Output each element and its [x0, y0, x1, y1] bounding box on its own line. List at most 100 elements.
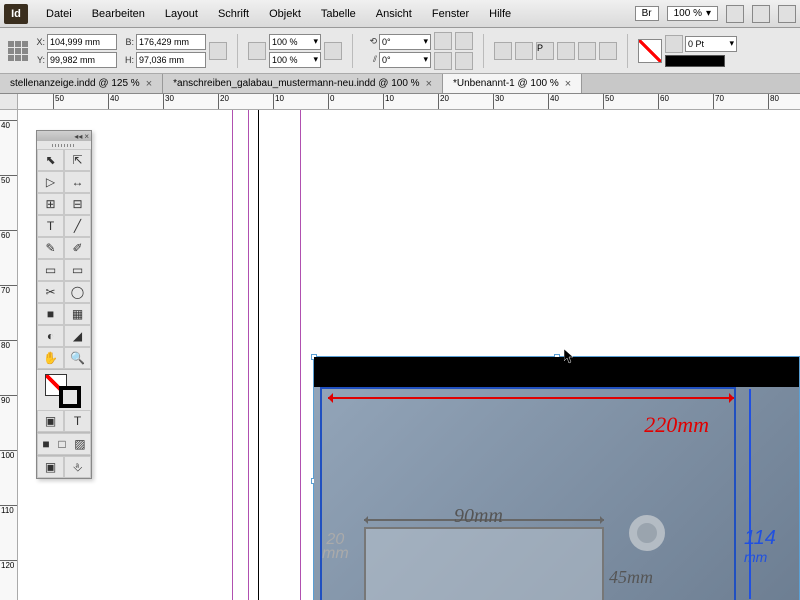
default-colors[interactable]: ■□▨ — [37, 433, 91, 455]
document-tab[interactable]: stellenanzeige.indd @ 125 %× — [0, 74, 163, 93]
shear-field[interactable]: 0°▾ — [379, 52, 431, 68]
dropdown-icon: ▾ — [706, 8, 711, 19]
tools-panel: ◂◂× ⬉⇱▷↔⊞⊟T╱✎✐▭▭✂◯■▦◐◢✋🔍▣T■□▨▣⎀ — [36, 130, 92, 479]
constrain-wh-icon[interactable] — [209, 42, 227, 60]
bridge-button[interactable]: Br — [635, 6, 659, 21]
document-tab[interactable]: *anschreiben_galabau_mustermann-neu.indd… — [163, 74, 443, 93]
menu-type[interactable]: Schrift — [208, 4, 259, 24]
ruler-tick: 60 — [0, 230, 18, 240]
menu-layout[interactable]: Layout — [155, 4, 208, 24]
menu-window[interactable]: Fenster — [422, 4, 479, 24]
close-icon[interactable]: × — [426, 78, 432, 90]
stroke-style[interactable] — [665, 55, 725, 67]
wrap-icon[interactable] — [578, 42, 596, 60]
ruler-origin[interactable] — [0, 94, 18, 110]
panel-header[interactable]: ◂◂× — [37, 131, 91, 141]
ruler-tick: 10 — [383, 94, 394, 110]
fit-icon[interactable]: P — [536, 42, 554, 60]
close-icon[interactable]: × — [146, 78, 152, 90]
menu-object[interactable]: Objekt — [259, 4, 311, 24]
eyedropper-tool[interactable]: ◢ — [64, 325, 91, 347]
menu-edit[interactable]: Bearbeiten — [82, 4, 155, 24]
rotation-field[interactable]: 0°▾ — [379, 34, 431, 50]
menu-view[interactable]: Ansicht — [366, 4, 422, 24]
hand-tool[interactable]: ✋ — [37, 347, 64, 369]
rotate-ccw-icon[interactable] — [434, 52, 452, 70]
document-tab[interactable]: *Unbenannt-1 @ 100 %× — [443, 74, 582, 93]
vertical-ruler[interactable]: 405060708090100110120130140150 — [0, 110, 18, 600]
reference-point-icon[interactable] — [8, 41, 28, 61]
select-container-icon[interactable] — [494, 42, 512, 60]
h-label: H: — [120, 55, 134, 65]
scale-x-field[interactable]: 100 %▾ — [269, 34, 321, 50]
x-field[interactable] — [47, 34, 117, 50]
ruler-tick: 40 — [108, 94, 119, 110]
rotate-cw-icon[interactable] — [434, 32, 452, 50]
effects-icon[interactable] — [557, 42, 575, 60]
zoom-value: 100 % — [674, 8, 702, 19]
scale-x-icon — [248, 42, 266, 60]
line-tool[interactable]: ╱ — [64, 215, 91, 237]
blue-vertical-arrow — [749, 389, 751, 599]
page-tool[interactable]: ▷ — [37, 171, 64, 193]
stroke-swatch-icon[interactable] — [59, 386, 81, 408]
guide-vertical[interactable] — [248, 110, 249, 600]
transform-tool[interactable]: ◯ — [64, 281, 91, 303]
height-field[interactable] — [136, 52, 206, 68]
menu-file[interactable]: Datei — [36, 4, 82, 24]
ruler-tick: 30 — [163, 94, 174, 110]
note-tool[interactable]: ◐ — [37, 325, 64, 347]
panel-grip[interactable] — [37, 141, 91, 149]
canvas[interactable]: 220mm 90mm 20mm 45mm 114mm — [18, 110, 800, 600]
scissors-tool[interactable]: ✂ — [37, 281, 64, 303]
ruler-tick: 40 — [0, 120, 18, 130]
apply-container[interactable]: ▣ — [37, 410, 64, 432]
gradient-feather-tool[interactable]: ▦ — [64, 303, 91, 325]
selection-tool[interactable]: ⬉ — [37, 149, 64, 171]
direct-selection-tool[interactable]: ⇱ — [64, 149, 91, 171]
content-tool2[interactable]: ⊟ — [64, 193, 91, 215]
ruler-tick: 80 — [768, 94, 779, 110]
arrange-icon[interactable] — [778, 5, 796, 23]
pen-tool[interactable]: ✎ — [37, 237, 64, 259]
horizontal-ruler[interactable]: 60504030201001020304050607080 — [18, 94, 800, 110]
rectangle-frame-tool[interactable]: ▭ — [37, 259, 64, 281]
fill-swatch[interactable] — [638, 39, 662, 63]
zoom-level[interactable]: 100 % ▾ — [667, 6, 718, 21]
rectangle-tool[interactable]: ▭ — [64, 259, 91, 281]
flip-v-icon[interactable] — [455, 52, 473, 70]
flip-h-icon[interactable] — [455, 32, 473, 50]
screen-mode-icon[interactable] — [752, 5, 770, 23]
fill-stroke-swatch[interactable] — [37, 370, 91, 410]
menu-help[interactable]: Hilfe — [479, 4, 521, 24]
close-icon[interactable]: × — [84, 132, 89, 141]
workspace: 60504030201001020304050607080 4050607080… — [0, 94, 800, 600]
ruler-tick: 50 — [53, 94, 64, 110]
constrain-scale-icon[interactable] — [324, 42, 342, 60]
close-icon[interactable]: × — [565, 78, 571, 90]
scale-y-field[interactable]: 100 %▾ — [269, 52, 321, 68]
y-field[interactable] — [47, 52, 117, 68]
content-tool[interactable]: ⊞ — [37, 193, 64, 215]
ruler-tick: 30 — [493, 94, 504, 110]
stroke-weight-field[interactable]: 0 Pt▾ — [685, 36, 737, 52]
menu-table[interactable]: Tabelle — [311, 4, 366, 24]
view-options-icon[interactable] — [726, 5, 744, 23]
image-frame[interactable]: 220mm 90mm 20mm 45mm 114mm — [313, 356, 800, 600]
app-logo-icon: Id — [4, 4, 28, 24]
normal-mode[interactable]: ▣ — [37, 456, 64, 478]
select-content-icon[interactable] — [515, 42, 533, 60]
type-tool[interactable]: T — [37, 215, 64, 237]
zoom-tool[interactable]: 🔍 — [64, 347, 91, 369]
preview-mode[interactable]: ⎀ — [64, 456, 91, 478]
apply-text[interactable]: T — [64, 410, 91, 432]
y-label: Y: — [31, 55, 45, 65]
width-field[interactable] — [136, 34, 206, 50]
gap-tool[interactable]: ↔ — [64, 171, 91, 193]
gradient-swatch-tool[interactable]: ■ — [37, 303, 64, 325]
ruler-tick: 0 — [328, 94, 334, 110]
corner-icon[interactable] — [599, 42, 617, 60]
guide-vertical[interactable] — [232, 110, 233, 600]
pencil-tool[interactable]: ✐ — [64, 237, 91, 259]
collapse-icon[interactable]: ◂◂ — [74, 132, 82, 141]
